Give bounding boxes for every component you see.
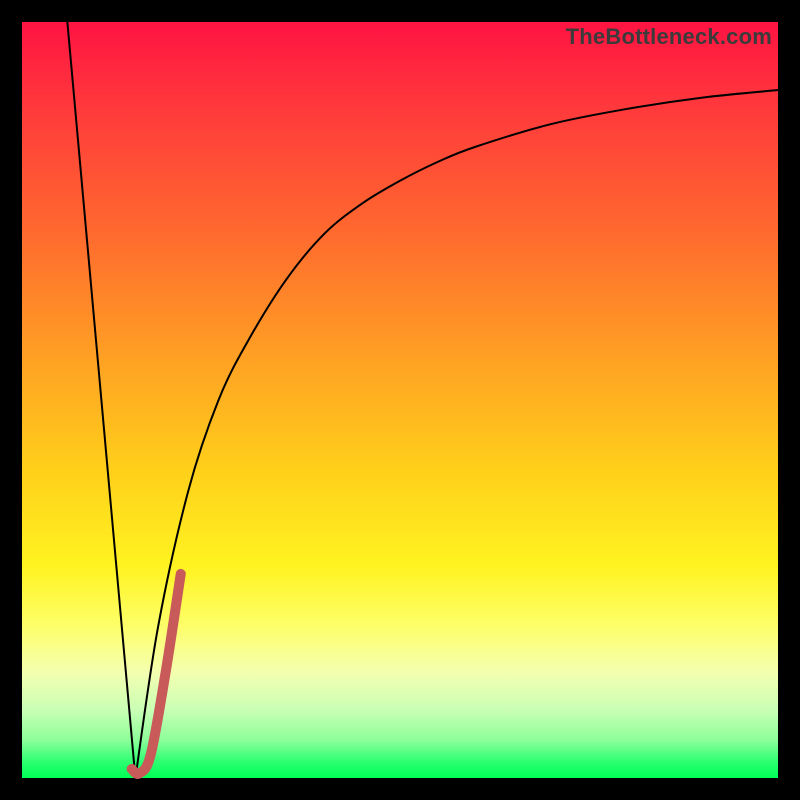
descending-line — [67, 22, 135, 778]
chart-frame: TheBottleneck.com — [0, 0, 800, 800]
rising-curve — [135, 90, 778, 778]
chart-svg — [22, 22, 778, 778]
hook-marker — [132, 574, 181, 774]
plot-area: TheBottleneck.com — [22, 22, 778, 778]
